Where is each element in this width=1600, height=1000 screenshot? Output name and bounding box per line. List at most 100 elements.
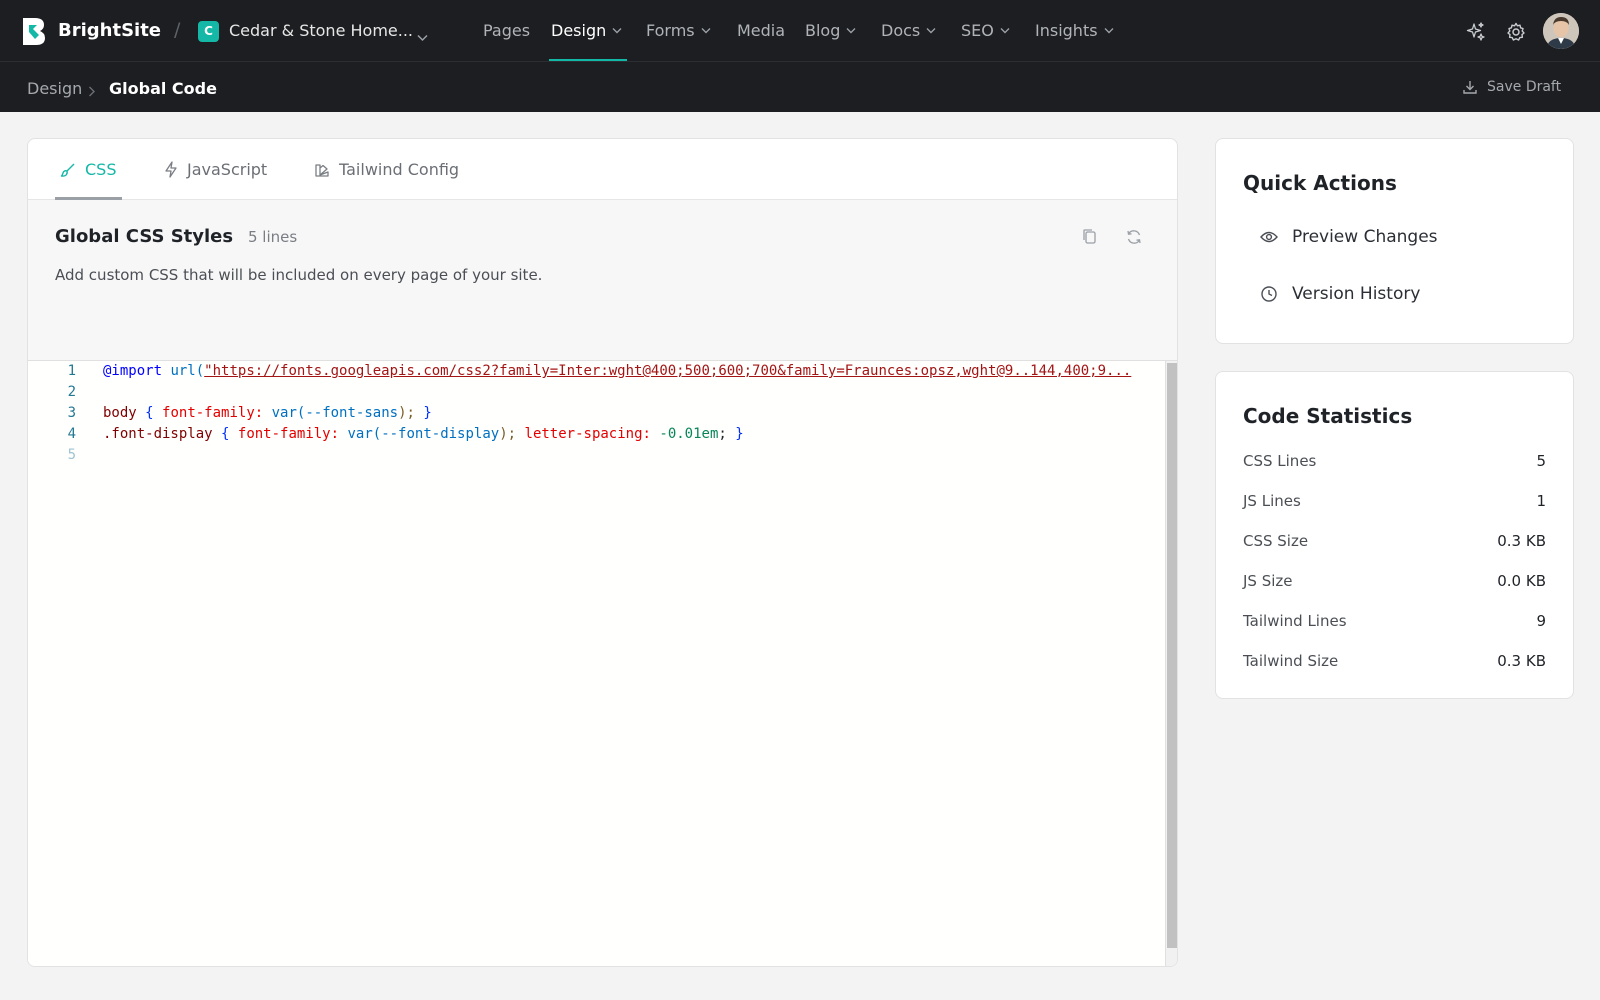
line-number: 2 xyxy=(67,384,76,400)
code-statistics-card: Code Statistics CSS Lines 5 JS Lines 1 C… xyxy=(1215,371,1574,699)
vertical-scrollbar[interactable] xyxy=(1165,361,1177,966)
code-token: } xyxy=(735,426,744,442)
line-number: 4 xyxy=(67,426,76,442)
nav-media-label: Media xyxy=(737,21,786,40)
nav-pages-label: Pages xyxy=(483,21,531,40)
vertical-scrollbar-thumb[interactable] xyxy=(1167,363,1177,948)
brightsite-logo-icon[interactable] xyxy=(21,16,47,46)
refresh-icon[interactable] xyxy=(1124,227,1144,247)
lightning-icon xyxy=(165,161,177,178)
code-token: @import xyxy=(103,363,163,379)
nav-blog[interactable]: Blog xyxy=(805,21,856,40)
stat-label: Tailwind Lines xyxy=(1243,612,1347,630)
tab-tailwind-config[interactable]: Tailwind Config xyxy=(314,160,459,179)
preview-changes-button[interactable]: Preview Changes xyxy=(1260,227,1438,247)
tab-css[interactable]: CSS xyxy=(60,160,116,179)
site-initial-badge[interactable]: C xyxy=(198,21,219,42)
brand-separator: / xyxy=(174,19,181,41)
site-switcher[interactable]: Cedar & Stone Home... xyxy=(229,21,413,40)
stat-value: 0.3 KB xyxy=(1497,652,1546,670)
nav-pages[interactable]: Pages xyxy=(483,21,530,40)
quick-actions-card: Quick Actions Preview Changes Version Hi… xyxy=(1215,138,1574,344)
line-number: 5 xyxy=(67,447,76,463)
chevron-down-icon xyxy=(926,28,936,34)
code-token: "https://fonts.googleapis.com/css2?famil… xyxy=(204,363,1132,379)
nav-forms-label: Forms xyxy=(646,21,695,40)
code-token: .font-display xyxy=(103,426,213,442)
code-token: var( xyxy=(271,405,306,421)
nav-seo[interactable]: SEO xyxy=(961,21,1010,40)
line-number-gutter: 1 2 3 4 5 xyxy=(28,361,102,966)
code-token: ; xyxy=(718,426,727,442)
nav-forms[interactable]: Forms xyxy=(646,21,711,40)
top-navbar: BrightSite / C Cedar & Stone Home... Pag… xyxy=(0,0,1600,62)
code-editor-card: CSS JavaScript Tailwind Config Global CS… xyxy=(27,138,1178,967)
code-line-3: body { font-family: var(--font-sans); } xyxy=(103,405,432,421)
quick-actions-title: Quick Actions xyxy=(1243,171,1397,195)
brand-name[interactable]: BrightSite xyxy=(58,20,161,41)
code-editor[interactable]: 1 2 3 4 5 @import url("https://fonts.goo… xyxy=(28,360,1177,966)
stat-label: JS Size xyxy=(1243,572,1293,590)
clock-icon xyxy=(1261,286,1277,302)
stat-label: JS Lines xyxy=(1243,492,1301,510)
editor-header: Global CSS Styles 5 lines Add custom CSS… xyxy=(28,200,1177,966)
tab-javascript-label: JavaScript xyxy=(187,160,268,179)
code-statistics-title: Code Statistics xyxy=(1243,404,1413,428)
stat-value: 1 xyxy=(1536,492,1546,510)
nav-design[interactable]: Design xyxy=(551,21,622,40)
code-token: -0.01em xyxy=(659,426,719,442)
chevron-down-icon[interactable] xyxy=(417,27,428,46)
sparkles-icon[interactable] xyxy=(1465,21,1487,43)
code-token: { xyxy=(145,405,154,421)
line-count: 5 lines xyxy=(248,228,298,246)
nav-docs[interactable]: Docs xyxy=(881,21,936,40)
stat-value: 5 xyxy=(1536,452,1546,470)
palette-swatch-icon xyxy=(315,163,329,177)
stat-label: CSS Lines xyxy=(1243,452,1317,470)
code-tabs: CSS JavaScript Tailwind Config xyxy=(28,139,1177,200)
tab-javascript[interactable]: JavaScript xyxy=(164,160,267,179)
stat-value: 0.0 KB xyxy=(1497,572,1546,590)
breadcrumb-bar: Design Global Code Save Draft xyxy=(0,62,1600,112)
user-avatar[interactable] xyxy=(1543,13,1579,49)
nav-insights[interactable]: Insights xyxy=(1035,21,1114,40)
nav-design-label: Design xyxy=(551,21,607,40)
editor-description: Add custom CSS that will be included on … xyxy=(55,266,543,284)
code-token: ); xyxy=(499,426,517,442)
gear-icon[interactable] xyxy=(1505,21,1527,43)
nav-insights-label: Insights xyxy=(1035,21,1098,40)
brush-icon xyxy=(60,163,75,177)
code-token: var( xyxy=(347,426,382,442)
save-draft-label: Save Draft xyxy=(1487,79,1562,95)
breadcrumb-parent[interactable]: Design xyxy=(27,79,82,98)
tab-tailwind-config-label: Tailwind Config xyxy=(339,160,460,179)
stat-value: 9 xyxy=(1536,612,1546,630)
chevron-down-icon xyxy=(1104,28,1114,34)
nav-active-indicator xyxy=(549,59,627,61)
code-token: font-family: xyxy=(237,426,340,442)
chevron-down-icon xyxy=(1000,28,1010,34)
save-draft-button[interactable]: Save Draft xyxy=(1462,79,1561,95)
nav-blog-label: Blog xyxy=(805,21,841,40)
version-history-label: Version History xyxy=(1292,284,1421,304)
code-line-1: @import url("https://fonts.googleapis.co… xyxy=(103,363,1131,379)
tab-css-label: CSS xyxy=(85,160,117,179)
code-token: } xyxy=(423,405,432,421)
breadcrumb-current: Global Code xyxy=(109,79,217,98)
chevron-down-icon xyxy=(612,28,622,34)
line-number: 3 xyxy=(67,405,76,421)
chevron-down-icon xyxy=(846,28,856,34)
copy-icon[interactable] xyxy=(1080,227,1100,247)
stat-label: Tailwind Size xyxy=(1243,652,1339,670)
nav-media[interactable]: Media xyxy=(737,21,785,40)
stat-value: 0.3 KB xyxy=(1497,532,1546,550)
code-token: body xyxy=(103,405,137,421)
code-token: letter-spacing: xyxy=(524,426,651,442)
stat-label: CSS Size xyxy=(1243,532,1309,550)
code-token: url( xyxy=(170,363,205,379)
version-history-button[interactable]: Version History xyxy=(1260,284,1420,304)
download-icon xyxy=(1463,81,1477,94)
chevron-right-icon xyxy=(88,82,96,101)
line-number: 1 xyxy=(67,363,76,379)
code-token: --font-sans xyxy=(305,405,399,421)
